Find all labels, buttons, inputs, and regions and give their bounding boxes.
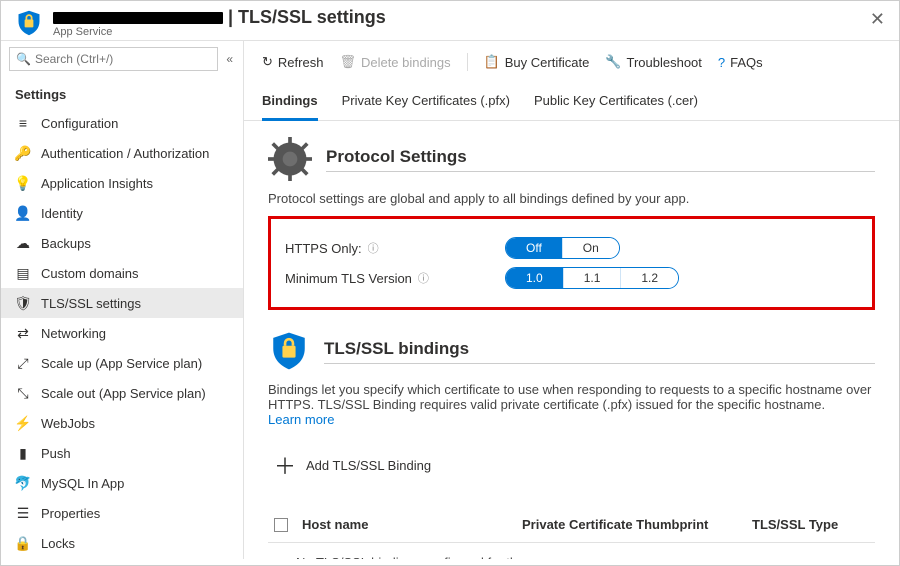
sidebar-item-tls-ssl[interactable]: 🛡 TLS/SSL settings (1, 288, 243, 318)
sidebar-item-locks[interactable]: 🔒 Locks (1, 528, 243, 558)
main-panel: ↻Refresh 🗑Delete bindings 📋Buy Certifica… (244, 41, 899, 559)
search-icon: 🔍 (16, 52, 31, 66)
col-thumb[interactable]: Private Certificate Thumbprint (522, 517, 752, 532)
sidebar: 🔍 « Settings ≡ Configuration 🔑 Authenticati… (1, 41, 244, 559)
sidebar-item-mysql[interactable]: 🐬 MySQL In App (1, 468, 243, 498)
nav-label: Locks (41, 536, 75, 551)
pill-option[interactable]: 1.2 (620, 268, 678, 288)
nav-label: Authentication / Authorization (41, 146, 209, 161)
shield-icon (268, 330, 310, 372)
learn-more-link[interactable]: Learn more (268, 412, 334, 427)
https-only-toggle[interactable]: OffOn (505, 237, 620, 259)
nav-icon: 👤 (15, 205, 31, 221)
shield-icon (15, 9, 43, 37)
refresh-button[interactable]: ↻Refresh (262, 54, 323, 70)
nav-icon: 🐬 (15, 475, 31, 491)
tabs: Bindings Private Key Certificates (.pfx)… (244, 85, 899, 121)
sidebar-item-properties[interactable]: ☰ Properties (1, 498, 243, 528)
nav-icon: ▮ (15, 445, 31, 461)
bindings-table-header: Host name Private Certificate Thumbprint… (268, 507, 875, 543)
bindings-empty-message: No TLS/SSL bindings configured for the a… (268, 543, 875, 559)
pill-option[interactable]: On (562, 238, 619, 258)
nav-icon: ⚡ (15, 415, 31, 431)
nav-label: Application Insights (41, 176, 153, 191)
nav-label: Backups (41, 236, 91, 251)
nav-label: Configuration (41, 116, 118, 131)
refresh-icon: ↻ (262, 54, 273, 70)
window-header: | TLS/SSL settings App Service ✕ (1, 1, 899, 41)
sidebar-item-appinsights[interactable]: 💡 Application Insights (1, 168, 243, 198)
sidebar-item-configuration[interactable]: ≡ Configuration (1, 108, 243, 138)
sidebar-item-push[interactable]: ▮ Push (1, 438, 243, 468)
nav-label: Push (41, 446, 71, 461)
nav-icon: ☁ (15, 235, 31, 251)
troubleshoot-button[interactable]: 🔧Troubleshoot (605, 54, 702, 70)
col-type[interactable]: TLS/SSL Type (752, 517, 869, 532)
sidebar-item-identity[interactable]: 👤 Identity (1, 198, 243, 228)
sidebar-item-backups[interactable]: ☁ Backups (1, 228, 243, 258)
search-input[interactable]: 🔍 (9, 47, 218, 71)
bindings-heading: TLS/SSL bindings (324, 339, 875, 364)
sidebar-section-label: Settings (1, 77, 243, 108)
buy-icon: 📋 (484, 54, 500, 70)
plus-icon: ＋ (274, 449, 296, 481)
info-icon[interactable]: ⓘ (418, 270, 429, 286)
bindings-desc: Bindings let you specify which certifica… (268, 382, 875, 427)
highlight-box: HTTPS Only:ⓘ OffOn Minimum TLS Versionⓘ … (268, 216, 875, 310)
nav-icon: 🔑 (15, 145, 31, 161)
select-all-checkbox[interactable] (274, 518, 288, 532)
page-title: | TLS/SSL settings (53, 7, 386, 28)
nav-label: Properties (41, 506, 100, 521)
nav-icon: ☰ (15, 505, 31, 521)
nav-label: TLS/SSL settings (41, 296, 141, 311)
tab-cer[interactable]: Public Key Certificates (.cer) (534, 85, 698, 120)
help-icon: ? (718, 55, 725, 70)
nav-label: Networking (41, 326, 106, 341)
tab-bindings[interactable]: Bindings (262, 85, 318, 121)
sidebar-item-scale-up[interactable]: ⤢ Scale up (App Service plan) (1, 348, 243, 378)
nav-icon: ▤ (15, 265, 31, 281)
nav-icon: ⤡ (15, 385, 31, 401)
sidebar-item-scale-out[interactable]: ⤡ Scale out (App Service plan) (1, 378, 243, 408)
redacted-name (53, 12, 223, 24)
pill-option[interactable]: Off (506, 238, 562, 258)
sidebar-item-webjobs[interactable]: ⚡ WebJobs (1, 408, 243, 438)
nav-label: Scale out (App Service plan) (41, 386, 206, 401)
nav-icon: ⤢ (15, 355, 31, 371)
nav-label: Identity (41, 206, 83, 221)
buy-certificate-button[interactable]: 📋Buy Certificate (484, 54, 590, 70)
wrench-icon: 🔧 (605, 54, 621, 70)
sidebar-item-custom-domains[interactable]: ▤ Custom domains (1, 258, 243, 288)
add-binding-button[interactable]: ＋ Add TLS/SSL Binding (268, 437, 875, 493)
collapse-sidebar-icon[interactable]: « (224, 50, 235, 68)
nav-icon: 🔒 (15, 535, 31, 551)
close-icon[interactable]: ✕ (870, 9, 885, 30)
protocol-settings-desc: Protocol settings are global and apply t… (268, 191, 875, 206)
delete-bindings-button: 🗑Delete bindings (339, 54, 450, 70)
page-subtitle: App Service (53, 26, 386, 38)
col-host[interactable]: Host name (302, 517, 522, 532)
protocol-settings-heading: Protocol Settings (326, 147, 875, 172)
trash-icon: 🗑 (339, 54, 356, 70)
nav-label: Scale up (App Service plan) (41, 356, 202, 371)
sidebar-item-auth[interactable]: 🔑 Authentication / Authorization (1, 138, 243, 168)
nav-icon: ≡ (15, 115, 31, 131)
info-icon[interactable]: ⓘ (368, 240, 379, 256)
command-bar: ↻Refresh 🗑Delete bindings 📋Buy Certifica… (244, 49, 899, 81)
nav-icon: ⇄ (15, 325, 31, 341)
https-only-label: HTTPS Only:ⓘ (285, 240, 505, 256)
pill-option[interactable]: 1.1 (563, 268, 621, 288)
gear-icon (268, 137, 312, 181)
sidebar-item-networking[interactable]: ⇄ Networking (1, 318, 243, 348)
nav-label: MySQL In App (41, 476, 124, 491)
nav-label: WebJobs (41, 416, 95, 431)
faqs-button[interactable]: ?FAQs (718, 55, 763, 70)
min-tls-selector[interactable]: 1.01.11.2 (505, 267, 679, 289)
nav-icon: 💡 (15, 175, 31, 191)
nav-icon: 🛡 (15, 295, 31, 311)
pill-option[interactable]: 1.0 (506, 268, 563, 288)
nav-label: Custom domains (41, 266, 139, 281)
tab-pfx[interactable]: Private Key Certificates (.pfx) (342, 85, 510, 120)
min-tls-label: Minimum TLS Versionⓘ (285, 270, 505, 286)
